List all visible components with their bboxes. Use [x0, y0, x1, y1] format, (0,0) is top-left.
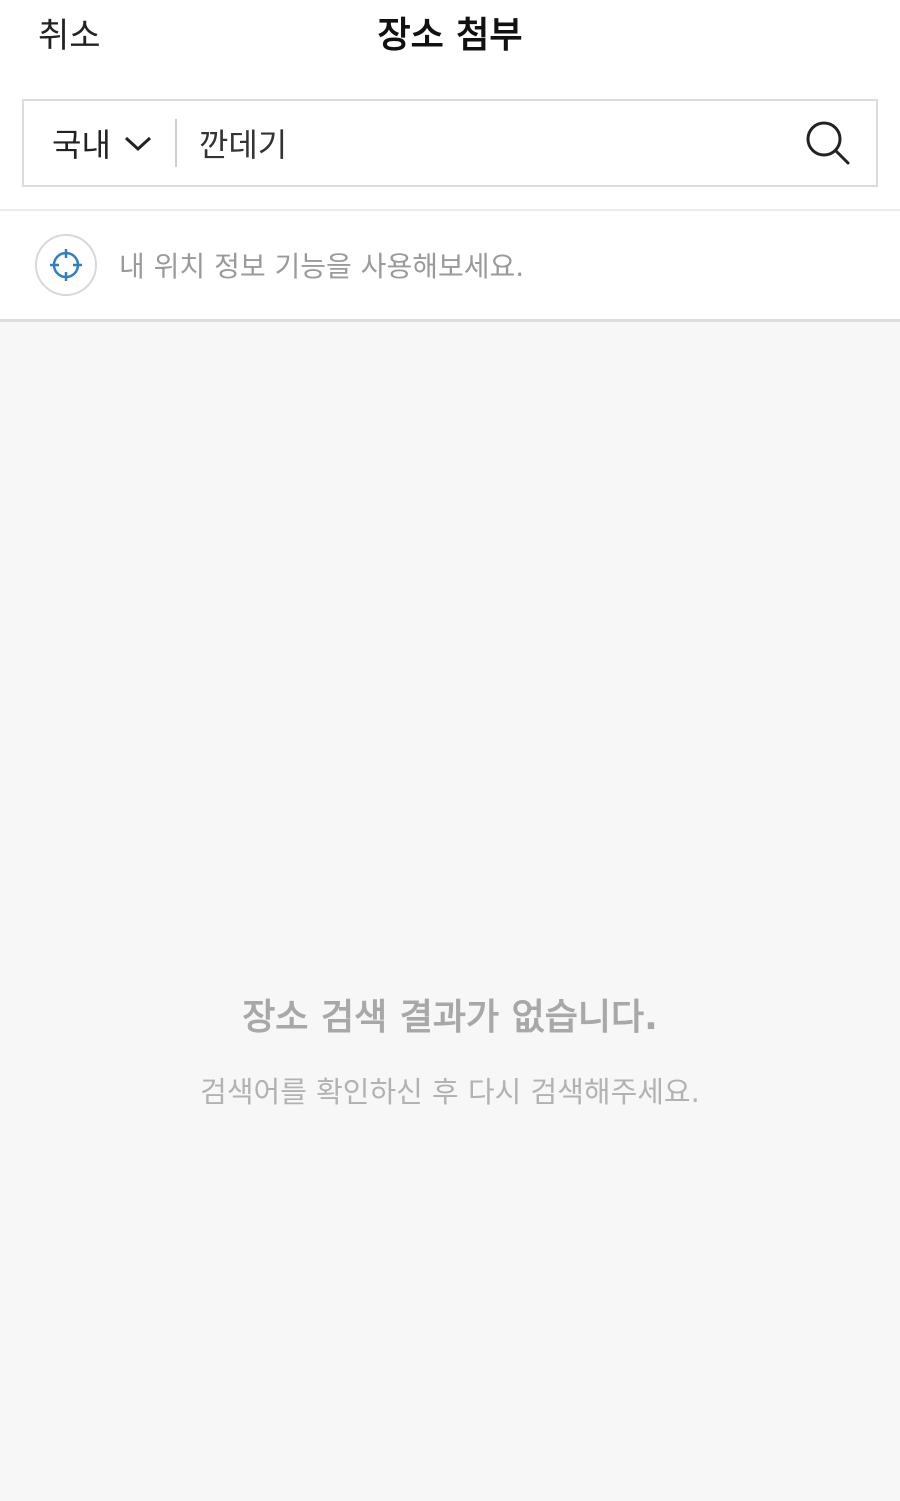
crosshair-icon: [50, 249, 82, 281]
my-location-row[interactable]: 내 위치 정보 기능을 사용해보세요.: [0, 209, 900, 322]
empty-state-subtitle: 검색어를 확인하신 후 다시 검색해주세요.: [200, 1075, 700, 1109]
search-input[interactable]: [198, 113, 804, 173]
top-panel: 취소 장소 첨부 국내 내 위치 정보 기능을 사용해보세요.: [0, 0, 900, 322]
region-dropdown[interactable]: 국내: [24, 101, 153, 185]
chevron-down-icon: [124, 136, 151, 152]
empty-state-title: 장소 검색 결과가 없습니다.: [242, 997, 658, 1038]
region-label: 국내: [52, 126, 111, 164]
search-divider: [174, 119, 177, 167]
empty-state: 장소 검색 결과가 없습니다. 검색어를 확인하신 후 다시 검색해주세요.: [0, 990, 900, 1112]
page-title: 장소 첨부: [377, 15, 523, 56]
search-bar: 국내: [22, 99, 878, 187]
location-hint-text: 내 위치 정보 기능을 사용해보세요.: [119, 250, 525, 283]
location-icon-circle: [35, 234, 97, 296]
search-icon[interactable]: [804, 119, 852, 167]
header-bar: 취소 장소 첨부: [0, 0, 900, 80]
